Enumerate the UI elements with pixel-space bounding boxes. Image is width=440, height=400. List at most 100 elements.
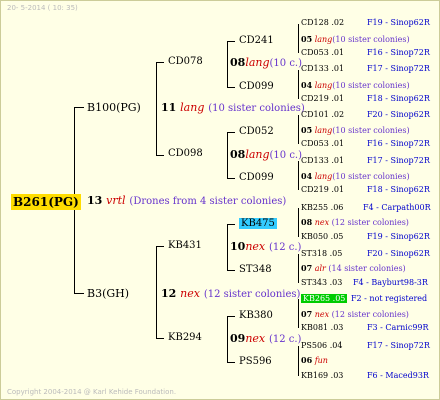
breed-label: nex [314,218,330,227]
leaf-row[interactable]: CD219 .01 [301,95,344,103]
sister-colonies: (12 sister colonies) [331,310,409,319]
leaf-name[interactable]: KB169 [301,371,328,380]
leaf-num: .02 [331,18,345,27]
node-b100-info: 11 lang (10 sister colonies) [161,102,305,114]
leaf-ref[interactable]: F20 - Sinop62R [367,111,430,119]
leaf-ref[interactable]: F20 - Sinop62R [367,250,430,258]
sister-colonies: (12 c.) [268,334,302,345]
node-kb294[interactable]: KB294 [168,333,202,343]
leaf-row[interactable]: ST343 .03 [301,279,342,287]
breed-label: lang [245,148,270,161]
breed-label: lang [314,126,333,135]
leaf-row[interactable]: CD133 .01 [301,65,344,73]
leaf-ref[interactable]: F19 - Sinop62R [367,19,430,27]
node-st348[interactable]: ST348 [239,265,272,275]
kb380-info: 07 nex (12 sister colonies) [301,310,409,319]
node-kb475[interactable]: KB475 [239,218,277,229]
connector [227,132,228,178]
leaf-num: .05 [330,232,344,241]
leaf-num: .05 [329,249,343,258]
sister-colonies: (10 sister colonies) [332,81,410,90]
leaf-ref[interactable]: F16 - Sinop72R [367,49,430,57]
leaf-ref[interactable]: F3 - Carnic99R [367,324,429,332]
leaf-ref[interactable]: F4 - Bayburt98-3R [353,279,428,287]
leaf-row[interactable]: ST318 .05 [301,250,342,258]
leaf-name[interactable]: CD101 [301,110,329,119]
leaf-row[interactable]: CD053 .01 [301,140,344,148]
leaf-name[interactable]: ST343 [301,278,327,287]
connector [227,316,235,317]
leaf-num: .04 [329,341,343,350]
generation-number: 06 [301,355,313,365]
sister-colonies: (10 sister colonies) [208,103,305,114]
leaf-num: .01 [331,94,345,103]
leaf-row[interactable]: PS506 .04 [301,342,342,350]
generation-number: 12 [161,287,177,300]
node-kb431[interactable]: KB431 [168,241,202,251]
leaf-num: .01 [331,139,345,148]
node-cd099[interactable]: CD099 [239,82,274,92]
leaf-num: .06 [330,203,344,212]
leaf-name[interactable]: CD133 [301,64,329,73]
root-node[interactable]: B261(PG) [11,193,81,210]
leaf-ref[interactable]: F6 - Maced93R [367,372,429,380]
st348-info: 07 alr (14 sister colonies) [301,264,406,273]
leaf-name[interactable]: KB255 [301,203,328,212]
leaf-row[interactable]: KB169 .03 [301,372,343,380]
leaf-name[interactable]: ST318 [301,249,327,258]
leaf-name[interactable]: PS506 [301,341,327,350]
leaf-row[interactable]: KB265 .05 [301,294,348,303]
leaf-row[interactable]: KB081 .03 [301,324,343,332]
leaf-ref[interactable]: F18 - Sinop62R [367,186,430,194]
connector [156,338,164,339]
node-b100[interactable]: B100(PG) [87,102,141,113]
leaf-ref[interactable]: F17 - Sinop72R [367,157,430,165]
node-ps596[interactable]: PS596 [239,357,272,367]
leaf-name[interactable]: CD219 [301,185,329,194]
node-kb475-label[interactable]: KB475 [239,218,277,229]
node-kb380[interactable]: KB380 [239,311,273,321]
root-info: 13 vrtl (Drones from 4 sister colonies) [87,195,286,207]
sister-colonies: (12 sister colonies) [331,218,409,227]
node-cd099-b[interactable]: CD099 [239,173,274,183]
leaf-row[interactable]: KB050 .05 [301,233,343,241]
leaf-ref[interactable]: F2 - not registered [351,295,427,303]
leaf-name[interactable]: CD053 [301,139,329,148]
sister-colonies: (12 sister colonies) [203,289,301,300]
leaf-highlight[interactable]: KB265 .05 [301,294,348,303]
leaf-name[interactable]: CD219 [301,94,329,103]
breed-label: nex [245,332,266,345]
leaf-ref[interactable]: F18 - Sinop62R [367,95,430,103]
breed-label: nex [180,287,200,300]
leaf-ref[interactable]: F4 - Carpath00R [363,204,431,212]
leaf-ref[interactable]: F17 - Sinop72R [367,342,430,350]
connector [227,41,235,42]
leaf-row[interactable]: CD128 .02 [301,19,344,27]
leaf-ref[interactable]: F19 - Sinop62R [367,233,430,241]
leaf-row[interactable]: CD101 .02 [301,111,344,119]
sister-colonies: (10 c.) [269,58,303,69]
leaf-row[interactable]: CD053 .01 [301,49,344,57]
leaf-name[interactable]: KB265 [303,294,330,303]
node-b3[interactable]: B3(GH) [87,288,129,299]
generation-number: 05 [301,125,313,135]
leaf-row[interactable]: KB255 .06 [301,204,343,212]
leaf-name[interactable]: CD053 [301,48,329,57]
leaf-row[interactable]: CD133 .01 [301,157,344,165]
leaf-ref[interactable]: F16 - Sinop72R [367,140,430,148]
connector [227,316,228,362]
connector [227,224,235,225]
leaf-ref[interactable]: F17 - Sinop72R [367,65,430,73]
node-cd052[interactable]: CD052 [239,127,274,137]
leaf-name[interactable]: CD133 [301,156,329,165]
connector [227,178,235,179]
node-cd241[interactable]: CD241 [239,36,274,46]
root-label[interactable]: B261(PG) [11,194,81,210]
node-cd078[interactable]: CD078 [168,57,203,67]
leaf-name[interactable]: CD128 [301,18,329,27]
node-cd098[interactable]: CD098 [168,149,203,159]
leaf-name[interactable]: KB081 [301,323,328,332]
leaf-row[interactable]: CD219 .01 [301,186,344,194]
copyright: Copyright 2004-2014 @ Karl Kehide Founda… [7,388,177,396]
leaf-name[interactable]: KB050 [301,232,328,241]
